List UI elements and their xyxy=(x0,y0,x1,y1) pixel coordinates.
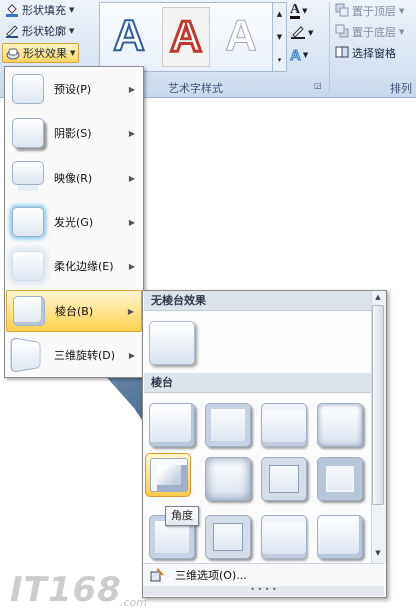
pen-icon xyxy=(5,24,19,38)
chevron-down-icon: ▼ xyxy=(302,51,309,59)
bevel-option-riblet[interactable] xyxy=(205,515,251,559)
chevron-right-icon: ▶ xyxy=(128,84,135,94)
chevron-down-icon: ▼ xyxy=(70,49,76,57)
shape-effects-button[interactable]: 形状效果 ▼ xyxy=(2,43,80,63)
soft-edges-thumbnail xyxy=(12,251,44,281)
menu-item-label: 预设(P) xyxy=(54,83,92,96)
menu-item-label: 三维旋转(D) xyxy=(54,349,116,362)
pen-icon xyxy=(290,24,306,43)
chevron-right-icon: ▶ xyxy=(128,350,135,360)
3d-options-item[interactable]: 三维选项(O)... xyxy=(143,563,384,586)
watermark-logo: IT168 xyxy=(10,570,122,610)
menu-item-shadow[interactable]: 阴影(S) ▶ xyxy=(6,113,142,153)
chevron-right-icon: ▶ xyxy=(127,306,134,316)
bevel-submenu: 无棱台效果 棱台 ▲ ▼ 三维选项(O)... • • • • xyxy=(142,290,387,598)
wordart-style-gallery: A A A xyxy=(99,2,273,72)
shape-effects-icon xyxy=(6,46,20,60)
bevel-option-soft-round[interactable] xyxy=(205,457,251,501)
send-to-back-label: 置于底层 xyxy=(352,26,396,39)
wordart-style-blue[interactable]: A xyxy=(106,7,152,65)
bevel-option-relaxed-inset[interactable] xyxy=(205,403,251,447)
bevel-option-art-deco[interactable] xyxy=(317,515,363,559)
chevron-down-icon: ▼ xyxy=(399,7,405,15)
chevron-down-icon: ▼ xyxy=(302,7,308,15)
bevel-option-slope[interactable] xyxy=(317,457,363,501)
no-bevel-option[interactable] xyxy=(149,321,195,365)
chevron-up-icon[interactable]: ▲ xyxy=(277,10,282,18)
bevel-thumbnail xyxy=(13,296,45,326)
3d-options-label: 三维选项(O)... xyxy=(175,569,247,582)
gallery-scroll[interactable]: ▲ ▼ ▾ xyxy=(272,2,287,72)
selection-pane-icon xyxy=(335,45,349,62)
bevel-angle-thumbnail xyxy=(150,458,188,492)
text-fill-button[interactable]: A ▼ xyxy=(290,1,326,21)
shape-outline-label: 形状轮廓 xyxy=(22,25,66,38)
shape-effects-label: 形状效果 xyxy=(23,47,67,60)
chevron-right-icon: ▶ xyxy=(128,217,135,227)
wordart-style-white[interactable]: A xyxy=(218,7,264,65)
chevron-down-icon: ▼ xyxy=(308,29,314,37)
chevron-right-icon: ▶ xyxy=(128,173,135,183)
shape-outline-button[interactable]: 形状轮廓 ▼ xyxy=(2,22,77,40)
chevron-down-icon: ▼ xyxy=(69,27,75,35)
tooltip: 角度 xyxy=(165,506,199,526)
shape-fill-label: 形状填充 xyxy=(22,4,66,17)
shadow-thumbnail xyxy=(12,118,44,148)
menu-item-glow[interactable]: 发光(G) ▶ xyxy=(6,202,142,242)
wordart-style-red[interactable]: A xyxy=(162,7,210,67)
send-to-back-icon xyxy=(335,24,349,41)
wordart-group-label: 艺术字样式 xyxy=(168,82,223,95)
arrange-group-label: 排列 xyxy=(390,82,412,95)
bevel-option-angle[interactable] xyxy=(145,453,191,497)
menu-item-reflection[interactable]: 映像(R) ▶ xyxy=(6,158,142,198)
menu-item-label: 发光(G) xyxy=(54,216,94,229)
preset-thumbnail xyxy=(12,74,44,104)
chevron-right-icon: ▶ xyxy=(128,261,135,271)
bevel-option-convex[interactable] xyxy=(261,457,307,501)
menu-item-label: 阴影(S) xyxy=(54,127,92,140)
glow-thumbnail xyxy=(12,207,44,237)
bevel-option-cool-slant[interactable] xyxy=(317,403,363,447)
bevel-header: 棱台 xyxy=(144,373,372,393)
bevel-option-cross[interactable] xyxy=(261,403,307,447)
menu-item-label: 映像(R) xyxy=(54,172,93,185)
text-fill-icon: A xyxy=(290,2,301,19)
chevron-right-icon: ▶ xyxy=(128,128,135,138)
bevel-option-hard-edge[interactable] xyxy=(261,515,307,559)
menu-item-label: 柔化边缘(E) xyxy=(54,260,114,273)
more-icon[interactable]: ▾ xyxy=(278,56,282,64)
bring-to-front-label: 置于顶层 xyxy=(352,5,396,18)
bring-to-front-icon xyxy=(335,3,349,20)
menu-item-preset[interactable]: 预设(P) ▶ xyxy=(6,69,142,109)
3d-rotation-thumbnail xyxy=(10,336,41,374)
paint-bucket-icon xyxy=(5,3,19,17)
3d-options-icon xyxy=(149,567,165,583)
menu-item-bevel[interactable]: 棱台(B) ▶ xyxy=(6,290,142,332)
shape-fill-button[interactable]: 形状填充 ▼ xyxy=(2,1,77,19)
menu-item-soft-edges[interactable]: 柔化边缘(E) ▶ xyxy=(6,246,142,286)
shape-effects-menu: 预设(P) ▶ 阴影(S) ▶ 映像(R) ▶ 发光(G) ▶ 柔化边缘(E) … xyxy=(4,66,144,378)
selection-pane-button[interactable]: 选择窗格 xyxy=(335,44,396,62)
resize-grip[interactable]: • • • • xyxy=(143,586,384,596)
bevel-option-circle[interactable] xyxy=(149,403,195,447)
watermark-domain: .com xyxy=(120,596,147,609)
scroll-down-icon[interactable]: ▼ xyxy=(372,549,384,559)
bring-to-front-button[interactable]: 置于顶层 ▼ xyxy=(335,2,404,20)
text-effects-icon: A xyxy=(290,46,302,64)
text-effects-button[interactable]: A ▼ xyxy=(290,45,326,65)
menu-item-3d-rotation[interactable]: 三维旋转(D) ▶ xyxy=(6,335,142,375)
send-to-back-button[interactable]: 置于底层 ▼ xyxy=(335,23,404,41)
selection-pane-label: 选择窗格 xyxy=(352,47,396,60)
scroll-up-icon[interactable]: ▲ xyxy=(372,293,384,303)
scrollbar-thumb[interactable] xyxy=(372,305,384,505)
chevron-down-icon: ▼ xyxy=(399,28,405,36)
group-divider xyxy=(329,2,330,94)
chevron-down-icon[interactable]: ▼ xyxy=(277,33,282,41)
reflection-thumbnail xyxy=(12,161,44,185)
text-outline-button[interactable]: ▼ xyxy=(290,23,326,43)
chevron-down-icon: ▼ xyxy=(69,6,75,14)
menu-item-label: 棱台(B) xyxy=(55,305,94,318)
dialog-launcher-icon[interactable]: ◲ xyxy=(314,81,322,90)
no-bevel-header: 无棱台效果 xyxy=(144,291,372,311)
